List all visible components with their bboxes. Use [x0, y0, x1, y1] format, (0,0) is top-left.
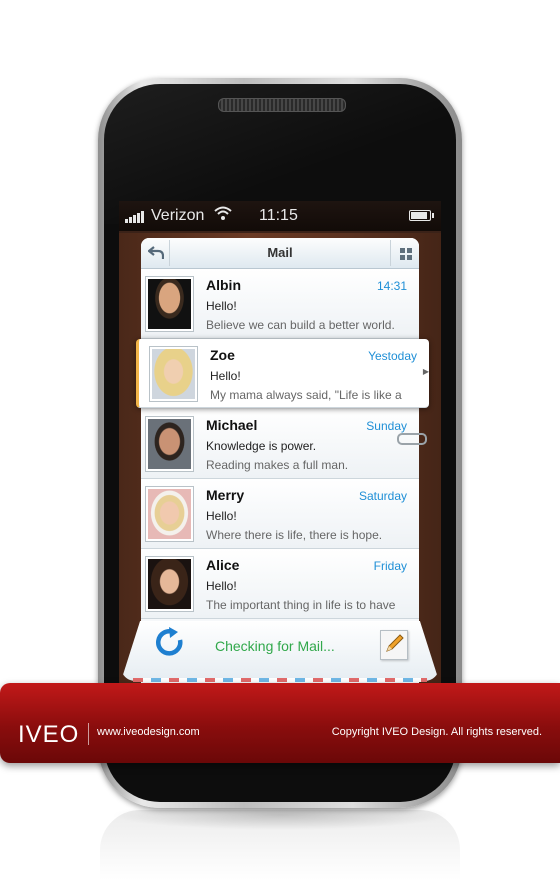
message-preview: Where there is life, there is hope. [206, 528, 383, 542]
sender-name: Zoe [210, 347, 235, 363]
sender-name: Michael [206, 417, 258, 433]
brand-banner: IVEO www.iveodesign.com Copyright IVEO D… [0, 683, 560, 763]
message-date: Friday [373, 559, 407, 573]
paperclip-icon [397, 433, 427, 445]
message-preview: Believe we can build a better world. [206, 318, 395, 332]
phone-screen: Verizon 11:15 Mail Albin 14:31 Hello! Be… [119, 201, 441, 683]
banner-divider [88, 723, 89, 745]
sender-name: Alice [206, 557, 240, 573]
page-title: Mail [267, 245, 293, 260]
message-date: 14:31 [376, 279, 407, 293]
bottom-toolbar: Checking for Mail... [119, 619, 441, 683]
message-row-albin[interactable]: Albin 14:31 Hello! Believe we can build … [141, 269, 419, 339]
mail-panel: Mail Albin 14:31 Hello! Believe we can b… [136, 238, 429, 683]
website-link[interactable]: www.iveodesign.com [97, 726, 200, 738]
carrier-name: Verizon [151, 207, 205, 224]
message-subject: Hello! [210, 369, 241, 383]
message-row-alice[interactable]: Alice Friday Hello! The important thing … [141, 549, 419, 619]
avatar [145, 556, 194, 612]
avatar [145, 416, 194, 472]
avatar [145, 486, 194, 542]
battery-icon [409, 210, 434, 221]
message-row-merry[interactable]: Merry Saturday Hello! Where there is lif… [141, 479, 419, 549]
signal-bars-icon [125, 211, 145, 223]
refresh-icon[interactable] [153, 626, 187, 668]
chevron-right-icon: ▶ [422, 367, 429, 376]
copyright-text: Copyright IVEO Design. All rights reserv… [331, 726, 542, 738]
message-preview: My mama always said, "Life is like a [210, 388, 402, 402]
mail-status-text: Checking for Mail... [215, 638, 335, 654]
message-row-zoe[interactable]: Zoe Yestoday Hello! My mama always said,… [136, 339, 429, 408]
message-subject: Hello! [206, 579, 237, 593]
airmail-stripe [133, 678, 427, 682]
message-row-michael[interactable]: Michael Sunday Knowledge is power. Readi… [141, 409, 419, 479]
sender-name: Merry [206, 487, 245, 503]
avatar [149, 346, 198, 402]
status-time: 11:15 [259, 207, 298, 224]
wifi-icon [214, 206, 232, 224]
status-bar: Verizon 11:15 [119, 201, 441, 231]
message-date: Yestoday [368, 349, 417, 363]
sender-name: Albin [206, 277, 241, 293]
message-preview: The important thing in life is to have [206, 598, 396, 612]
message-preview: Reading makes a full man. [206, 458, 349, 472]
message-subject: Hello! [206, 509, 237, 523]
message-date: Sunday [366, 419, 407, 433]
mail-header: Mail [141, 238, 419, 269]
brand-logo: IVEO [18, 721, 80, 748]
message-subject: Hello! [206, 299, 237, 313]
grid-button[interactable] [390, 240, 419, 266]
message-date: Saturday [358, 489, 407, 503]
speaker-grille [218, 98, 346, 112]
avatar [145, 276, 194, 332]
compose-icon[interactable] [380, 630, 408, 660]
message-subject: Knowledge is power. [206, 439, 317, 453]
